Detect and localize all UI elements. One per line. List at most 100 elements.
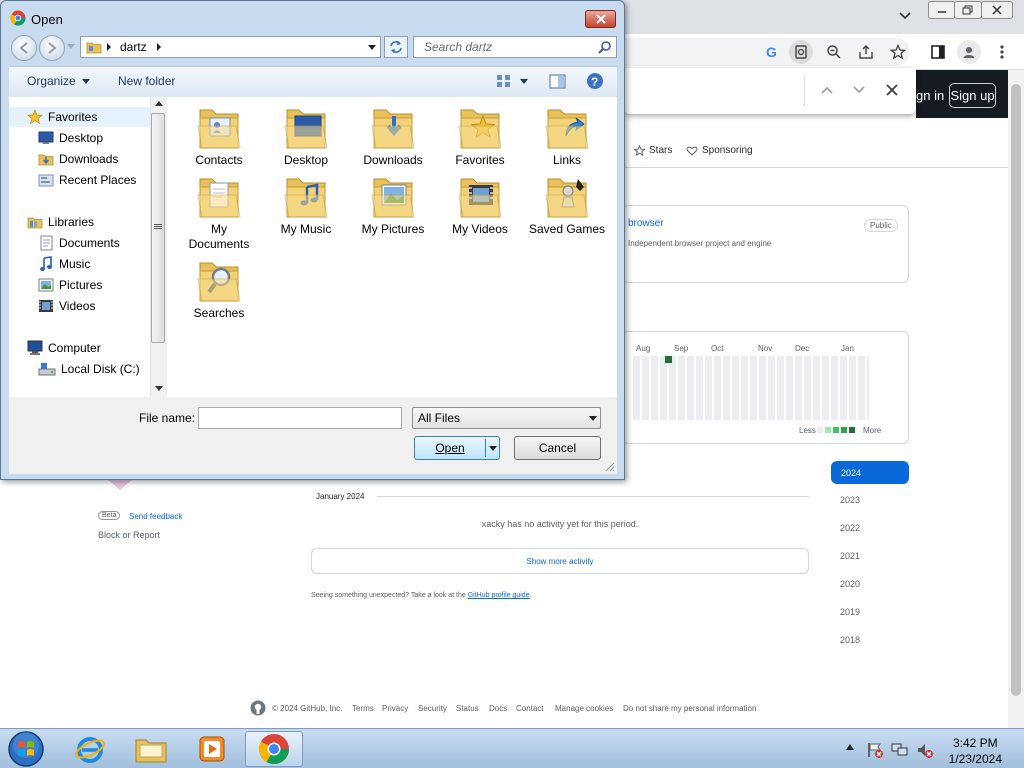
profile-guide-link[interactable]: GitHub profile guide [468,592,530,599]
folder-item-my-documents[interactable]: My Documents [179,173,259,252]
show-more-activity-button[interactable]: Show more activity [311,548,809,574]
network-icon[interactable] [891,741,909,759]
folder-item-links[interactable]: Links [527,104,607,168]
taskbar-media-player[interactable] [184,731,240,767]
action-center-flag-icon[interactable] [866,741,884,759]
folder-item-my-pictures[interactable]: My Pictures [353,173,433,237]
tab-search-chevron-icon[interactable] [895,8,915,24]
folder-item-saved-games[interactable]: Saved Games [527,173,607,237]
year-2021-link[interactable]: 2021 [840,551,880,561]
footer-status-link[interactable]: Status [456,704,479,713]
side-panel-icon[interactable] [926,40,950,64]
help-icon[interactable]: ? [586,72,604,90]
year-2019-link[interactable]: 2019 [840,607,880,617]
system-clock[interactable]: 3:42 PM 1/23/2024 [949,735,1002,767]
page-scrollbar-thumb[interactable] [1011,84,1021,696]
file-name-input[interactable] [198,407,402,429]
folder-item-contacts[interactable]: Contacts [179,104,259,168]
year-2022-link[interactable]: 2022 [840,523,880,533]
folder-item-downloads[interactable]: Downloads [353,104,433,168]
find-next-icon[interactable] [851,82,867,98]
view-options-dropdown-icon[interactable] [520,79,528,84]
nav-pictures[interactable]: Pictures [38,275,102,295]
preview-pane-icon[interactable] [549,74,567,90]
nav-downloads[interactable]: Downloads [38,149,118,169]
refresh-button[interactable] [384,36,408,58]
new-folder-button[interactable]: New folder [118,74,175,88]
folder-item-my-music[interactable]: My Music [266,173,346,237]
month-label: Aug [636,344,651,353]
organize-menu[interactable]: Organize [27,74,90,88]
nav-desktop[interactable]: Desktop [38,128,103,148]
zoom-icon[interactable] [822,40,846,64]
block-report-link[interactable]: Block or Report [98,530,160,540]
footer-do-not-share-link[interactable]: Do not share my personal information [623,704,756,713]
folder-item-my-videos[interactable]: My Videos [440,173,520,237]
google-lens-icon[interactable]: G [759,40,783,64]
bookmark-star-icon[interactable] [886,40,910,64]
repo-name-link[interactable]: browser [628,218,664,229]
share-icon[interactable] [854,40,878,64]
nav-local-disk[interactable]: Local Disk (C:) [38,359,140,379]
footer-privacy-link[interactable]: Privacy [382,704,408,713]
window-close-button[interactable] [981,1,1013,19]
taskbar-internet-explorer[interactable] [62,731,118,767]
profile-avatar-icon[interactable] [957,40,981,64]
footer-terms-link[interactable]: Terms [352,704,374,713]
volume-muted-icon[interactable] [916,741,934,759]
nav-libraries[interactable]: Libraries [27,212,94,232]
breadcrumb-separator-icon[interactable] [156,43,162,51]
change-view-icon[interactable] [496,74,512,88]
sign-up-button[interactable]: Sign up [949,83,996,108]
send-feedback-link[interactable]: Send feedback [129,512,182,521]
file-type-select[interactable]: All Files [412,407,601,429]
address-bar[interactable]: dartz [80,36,381,58]
folder-item-desktop[interactable]: Desktop [266,104,346,168]
show-hidden-icons-icon[interactable] [846,744,854,750]
scroll-up-icon[interactable] [155,101,163,106]
back-button[interactable] [11,35,37,61]
year-2020-link[interactable]: 2020 [840,579,880,589]
tab-stars[interactable]: Stars [634,145,672,156]
sign-in-link[interactable]: gn in [916,88,944,103]
nav-computer[interactable]: Computer [27,338,101,358]
scroll-down-icon[interactable] [155,386,163,391]
year-2024-button[interactable]: 2024 [831,461,909,484]
tab-sponsoring[interactable]: Sponsoring [686,145,753,156]
address-dropdown-icon[interactable] [368,45,376,50]
footer-docs-link[interactable]: Docs [489,704,507,713]
open-button[interactable]: Open [414,436,500,460]
nav-documents[interactable]: Documents [38,233,120,253]
dialog-close-button[interactable] [585,10,616,28]
breadcrumb-separator-icon[interactable] [106,43,112,51]
footer-security-link[interactable]: Security [418,704,447,713]
find-previous-icon[interactable] [819,82,835,98]
footer-contact-link[interactable]: Contact [516,704,544,713]
nav-recent-places[interactable]: Recent Places [38,170,136,190]
open-options-dropdown-icon[interactable] [489,446,497,451]
nav-favorites[interactable]: Favorites [9,107,150,127]
taskbar-file-explorer[interactable] [123,731,179,767]
taskbar-chrome[interactable] [245,731,303,767]
folder-item-searches[interactable]: Searches [179,257,259,321]
cancel-button[interactable]: Cancel [514,436,601,460]
forward-button[interactable] [39,35,65,61]
minimize-button[interactable] [928,1,956,19]
nav-music[interactable]: Music [38,254,90,274]
nav-scrollbar-thumb[interactable] [151,113,165,343]
search-input[interactable]: Search dartz [413,36,617,58]
chrome-menu-icon[interactable] [990,40,1014,64]
page-search-icon[interactable] [789,40,813,64]
nav-videos[interactable]: Videos [38,296,95,316]
year-2023-link[interactable]: 2023 [840,495,880,505]
resize-grip-icon[interactable] [605,462,615,472]
recent-locations-icon[interactable] [67,44,75,50]
maximize-button[interactable] [954,1,982,19]
folder-item-favorites[interactable]: Favorites [440,104,520,168]
breadcrumb-dartz[interactable]: dartz [120,40,147,54]
search-icon[interactable] [598,40,612,54]
start-button[interactable] [6,729,46,768]
find-close-icon[interactable] [884,82,900,98]
year-2018-link[interactable]: 2018 [840,635,880,645]
footer-manage-cookies-link[interactable]: Manage cookies [555,704,613,713]
